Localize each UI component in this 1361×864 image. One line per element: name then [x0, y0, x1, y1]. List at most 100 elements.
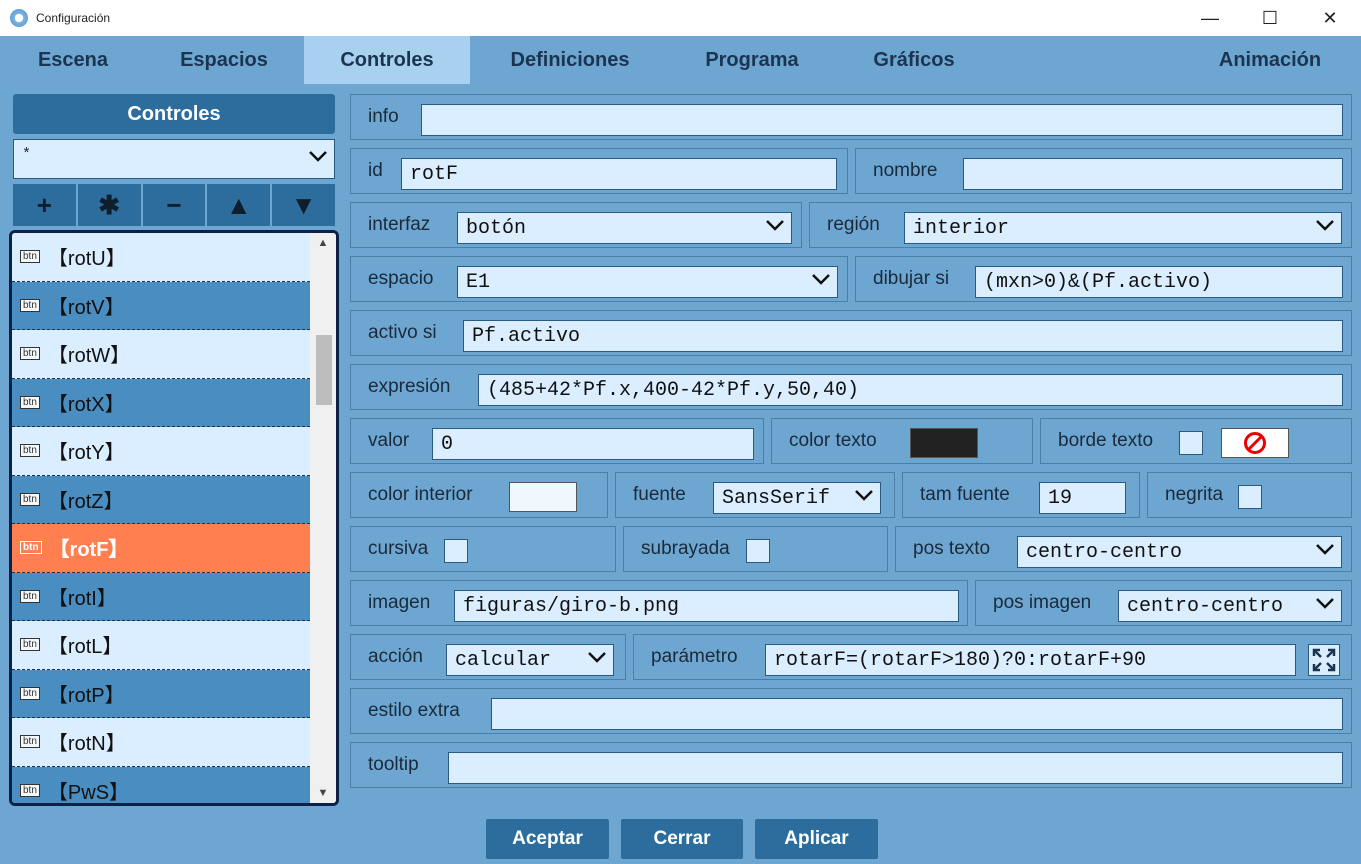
- list-item[interactable]: btn 【rotP】: [12, 669, 310, 718]
- info-input[interactable]: [421, 104, 1343, 136]
- valor-input[interactable]: 0: [432, 428, 754, 460]
- scroll-down-icon[interactable]: ▼: [310, 787, 336, 799]
- window-title: Configuración: [36, 11, 111, 25]
- tooltip-cell: tooltip: [350, 742, 1352, 788]
- scroll-thumb[interactable]: [316, 335, 332, 405]
- btn-type-badge: btn: [20, 492, 40, 506]
- list-item[interactable]: btn 【rotN】: [12, 718, 310, 767]
- list-item[interactable]: btn 【rotV】: [12, 281, 310, 330]
- minimize-button[interactable]: —: [1180, 0, 1240, 36]
- accept-button[interactable]: Aceptar: [486, 819, 609, 859]
- remove-button[interactable]: −: [142, 184, 206, 226]
- list-item[interactable]: btn 【rotF】: [12, 524, 310, 573]
- list-item-label: 【rotI】: [47, 587, 117, 610]
- expand-icon[interactable]: [1308, 644, 1340, 676]
- id-input[interactable]: rotF: [401, 158, 837, 190]
- add-button[interactable]: +: [13, 184, 76, 226]
- list-item-label: 【rotU】: [47, 248, 126, 271]
- list-item[interactable]: btn 【rotI】: [12, 572, 310, 621]
- apply-button[interactable]: Aplicar: [755, 819, 878, 859]
- btn-type-badge: btn: [20, 298, 40, 312]
- clone-button[interactable]: ✱: [77, 184, 141, 226]
- list-item[interactable]: btn 【rotL】: [12, 621, 310, 670]
- bottom-bar: Aceptar Cerrar Aplicar: [0, 812, 1361, 864]
- accion-select[interactable]: calcular: [446, 644, 614, 676]
- tab-programa[interactable]: Programa: [670, 36, 834, 84]
- espacio-cell: espacio E1: [350, 256, 848, 302]
- list-item[interactable]: btn 【rotZ】: [12, 475, 310, 524]
- tab-animacion[interactable]: Animación: [1197, 36, 1343, 84]
- cursiva-cell: cursiva: [350, 526, 616, 572]
- list-item-label: 【rotP】: [47, 684, 125, 707]
- scrollbar[interactable]: ▲ ▼: [310, 233, 336, 803]
- list-item[interactable]: btn 【PwS】: [12, 766, 310, 803]
- region-label: región: [827, 214, 880, 235]
- interfaz-select[interactable]: botón: [457, 212, 792, 244]
- close-dialog-button[interactable]: Cerrar: [621, 819, 743, 859]
- tab-graficos[interactable]: Gráficos: [834, 36, 994, 84]
- list-item[interactable]: btn 【rotU】: [12, 233, 310, 282]
- btn-type-badge: btn: [20, 735, 40, 749]
- move-up-button[interactable]: ▲: [207, 184, 271, 226]
- list-item-label: 【rotF】: [49, 539, 129, 562]
- subrayada-checkbox[interactable]: [746, 539, 770, 563]
- borde-texto-checkbox[interactable]: [1179, 431, 1203, 455]
- expresion-input[interactable]: (485+42*Pf.x,400-42*Pf.y,50,40): [478, 374, 1343, 406]
- color-interior-cell: color interior: [350, 472, 608, 518]
- chevron-down-icon: [854, 488, 874, 507]
- pos-texto-select[interactable]: centro-centro: [1017, 536, 1342, 568]
- list-item-label: 【rotZ】: [47, 490, 124, 513]
- tam-fuente-label: tam fuente: [920, 484, 1010, 505]
- list-item-label: 【rotN】: [47, 733, 126, 756]
- move-down-button[interactable]: ▼: [272, 184, 335, 226]
- borde-texto-color[interactable]: [1221, 428, 1289, 458]
- color-interior-swatch[interactable]: [509, 482, 577, 512]
- tooltip-input[interactable]: [448, 752, 1343, 784]
- accion-cell: acción calcular: [350, 634, 626, 680]
- espacio-value: E1: [466, 270, 491, 294]
- nombre-input[interactable]: [963, 158, 1343, 190]
- btn-type-badge: btn: [20, 444, 40, 458]
- controls-header: Controles: [13, 94, 335, 134]
- color-texto-label: color texto: [789, 430, 877, 451]
- color-texto-swatch[interactable]: [910, 428, 978, 458]
- dibujar-si-input[interactable]: (mxn>0)&(Pf.activo): [975, 266, 1343, 298]
- tab-definiciones[interactable]: Definiciones: [470, 36, 670, 84]
- imagen-input[interactable]: figuras/giro-b.png: [454, 590, 959, 622]
- parametro-input[interactable]: rotarF=(rotarF>180)?0:rotarF+90: [765, 644, 1296, 676]
- tab-controles[interactable]: Controles: [304, 36, 470, 84]
- scroll-up-icon[interactable]: ▲: [310, 237, 336, 249]
- list-item-label: 【rotY】: [47, 442, 125, 465]
- close-button[interactable]: ✕: [1300, 0, 1360, 36]
- title-bar: Configuración — ☐ ✕: [0, 0, 1361, 36]
- nombre-cell: nombre: [855, 148, 1352, 194]
- fuente-select[interactable]: SansSerif: [713, 482, 881, 514]
- cursiva-label: cursiva: [368, 538, 429, 559]
- imagen-label: imagen: [368, 592, 431, 613]
- tab-espacios[interactable]: Espacios: [144, 36, 304, 84]
- list-item[interactable]: btn 【rotY】: [12, 427, 310, 476]
- tab-escena[interactable]: Escena: [2, 36, 144, 84]
- list-item[interactable]: btn 【rotW】: [12, 330, 310, 379]
- chevron-down-icon: [765, 218, 785, 237]
- filter-select[interactable]: *: [13, 139, 335, 179]
- btn-type-badge: btn: [20, 638, 40, 652]
- list-item-label: 【rotL】: [47, 636, 123, 659]
- espacio-select[interactable]: E1: [457, 266, 838, 298]
- borde-texto-cell: borde texto: [1040, 418, 1352, 464]
- estilo-extra-input[interactable]: [491, 698, 1343, 730]
- list-item[interactable]: btn 【rotX】: [12, 378, 310, 427]
- tam-fuente-cell: tam fuente 19: [902, 472, 1140, 518]
- negrita-checkbox[interactable]: [1238, 485, 1262, 509]
- imagen-cell: imagen figuras/giro-b.png: [350, 580, 968, 626]
- maximize-button[interactable]: ☐: [1240, 0, 1300, 36]
- tam-fuente-input[interactable]: 19: [1039, 482, 1126, 514]
- activo-si-input[interactable]: Pf.activo: [463, 320, 1343, 352]
- negrita-cell: negrita: [1147, 472, 1352, 518]
- expresion-cell: expresión (485+42*Pf.x,400-42*Pf.y,50,40…: [350, 364, 1352, 410]
- controls-panel: Controles * + ✱ − ▲ ▼ btn 【rotU】 btn 【rotV】…: [6, 88, 342, 810]
- pos-imagen-cell: pos imagen centro-centro: [975, 580, 1352, 626]
- region-select[interactable]: interior: [904, 212, 1342, 244]
- cursiva-checkbox[interactable]: [444, 539, 468, 563]
- pos-imagen-select[interactable]: centro-centro: [1118, 590, 1342, 622]
